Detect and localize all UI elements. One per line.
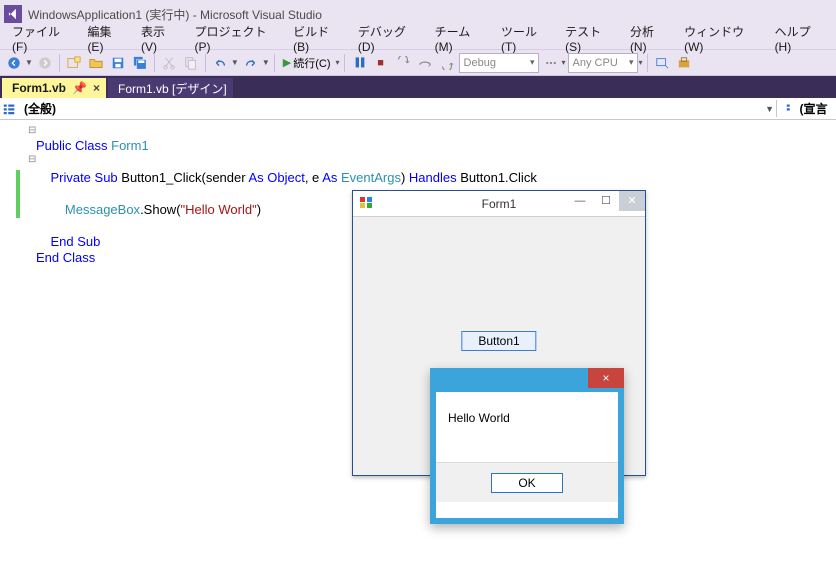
maximize-button[interactable]: ☐ bbox=[593, 191, 619, 211]
menu-team[interactable]: チーム(M) bbox=[427, 21, 493, 56]
member-list-icon[interactable] bbox=[0, 103, 18, 115]
menu-edit[interactable]: 編集(E) bbox=[79, 21, 133, 56]
member-icon bbox=[786, 103, 798, 115]
dropdown-caret-icon[interactable]: ▾ bbox=[639, 58, 643, 67]
form-title: Form1 bbox=[482, 196, 517, 212]
undo-button[interactable] bbox=[210, 53, 230, 73]
button1[interactable]: Button1 bbox=[461, 331, 536, 351]
tab-label: Form1.vb [デザイン] bbox=[118, 80, 227, 97]
menu-tools[interactable]: ツール(T) bbox=[493, 21, 557, 56]
msgbox-title-bar[interactable]: × bbox=[430, 368, 624, 392]
close-button[interactable]: ✕ bbox=[619, 191, 645, 211]
menu-view[interactable]: 表示(V) bbox=[133, 21, 187, 56]
continue-label: 続行(C) bbox=[293, 55, 330, 71]
menu-file[interactable]: ファイル(F) bbox=[4, 21, 79, 56]
save-all-button[interactable] bbox=[130, 53, 150, 73]
separator bbox=[274, 54, 275, 72]
save-button[interactable] bbox=[108, 53, 128, 73]
nav-back-button[interactable] bbox=[4, 53, 24, 73]
close-icon[interactable]: × bbox=[93, 81, 100, 95]
message-box[interactable]: × Hello World OK bbox=[430, 368, 624, 524]
code-editor[interactable]: ⊟ ⊟ Public Class Form1 Private Sub Butto… bbox=[0, 120, 836, 561]
play-icon: ▶ bbox=[283, 56, 291, 69]
scope-selector[interactable]: (全般) bbox=[18, 100, 765, 117]
dropdown-caret-icon[interactable]: ▼ bbox=[231, 58, 239, 67]
msgbox-button-row: OK bbox=[436, 462, 618, 502]
menu-help[interactable]: ヘルプ(H) bbox=[767, 21, 832, 56]
dropdown-caret-icon[interactable]: ▾ bbox=[562, 58, 566, 67]
separator bbox=[154, 54, 155, 72]
tab-form1-vb[interactable]: Form1.vb 📌 × bbox=[2, 78, 106, 98]
config-select[interactable]: Debug bbox=[459, 53, 539, 73]
redo-button[interactable] bbox=[241, 53, 261, 73]
menu-build[interactable]: ビルド(B) bbox=[285, 21, 350, 56]
open-file-button[interactable] bbox=[86, 53, 106, 73]
separator bbox=[647, 54, 648, 72]
dropdown-caret-icon[interactable]: ▾ bbox=[336, 58, 340, 67]
nav-forward-button bbox=[35, 53, 55, 73]
separator bbox=[344, 54, 345, 72]
tab-form1-design[interactable]: Form1.vb [デザイン] bbox=[108, 78, 233, 98]
document-tab-strip: Form1.vb 📌 × Form1.vb [デザイン] bbox=[0, 76, 836, 98]
copy-button bbox=[181, 53, 201, 73]
code-nav-bar: (全般) ▼ (宣言 bbox=[0, 98, 836, 120]
menu-window[interactable]: ウィンドウ(W) bbox=[676, 21, 766, 56]
dropdown-caret-icon[interactable]: ▼ bbox=[25, 58, 33, 67]
msgbox-text: Hello World bbox=[436, 392, 618, 462]
separator bbox=[205, 54, 206, 72]
menu-analyze[interactable]: 分析(N) bbox=[622, 21, 676, 56]
menu-test[interactable]: テスト(S) bbox=[557, 21, 622, 56]
dropdown-caret-icon[interactable]: ▼ bbox=[262, 58, 270, 67]
menu-bar: ファイル(F) 編集(E) 表示(V) プロジェクト(P) ビルド(B) デバッ… bbox=[0, 28, 836, 50]
new-project-button[interactable] bbox=[64, 53, 84, 73]
change-marker bbox=[16, 170, 20, 218]
tab-label: Form1.vb bbox=[12, 81, 66, 95]
pause-button[interactable]: ❚❚ bbox=[349, 53, 369, 73]
menu-debug[interactable]: デバッグ(D) bbox=[350, 21, 427, 56]
minimize-button[interactable]: — bbox=[567, 191, 593, 211]
msgbox-close-button[interactable]: × bbox=[588, 368, 624, 388]
form-title-bar[interactable]: Form1 — ☐ ✕ bbox=[353, 191, 645, 217]
find-button[interactable] bbox=[652, 53, 672, 73]
stop-icon: ■ bbox=[377, 57, 384, 69]
cut-button bbox=[159, 53, 179, 73]
step-into-button[interactable] bbox=[393, 53, 413, 73]
chevron-down-icon: ▼ bbox=[765, 104, 774, 114]
toolbox-button[interactable] bbox=[674, 53, 694, 73]
pause-icon: ❚❚ bbox=[353, 57, 364, 68]
continue-button[interactable]: ▶ 続行(C) bbox=[279, 53, 335, 73]
form-icon bbox=[359, 196, 373, 203]
stop-button[interactable]: ■ bbox=[371, 53, 391, 73]
pin-icon[interactable]: 📌 bbox=[72, 81, 87, 95]
config-extra-button[interactable] bbox=[541, 53, 561, 73]
window-title: WindowsApplication1 (実行中) - Microsoft Vi… bbox=[28, 6, 322, 23]
step-out-button[interactable] bbox=[437, 53, 457, 73]
ok-button[interactable]: OK bbox=[491, 473, 562, 493]
platform-select[interactable]: Any CPU bbox=[568, 53, 638, 73]
member-selector[interactable]: (宣言 bbox=[776, 100, 836, 117]
menu-project[interactable]: プロジェクト(P) bbox=[187, 21, 286, 56]
separator bbox=[59, 54, 60, 72]
step-over-button[interactable] bbox=[415, 53, 435, 73]
